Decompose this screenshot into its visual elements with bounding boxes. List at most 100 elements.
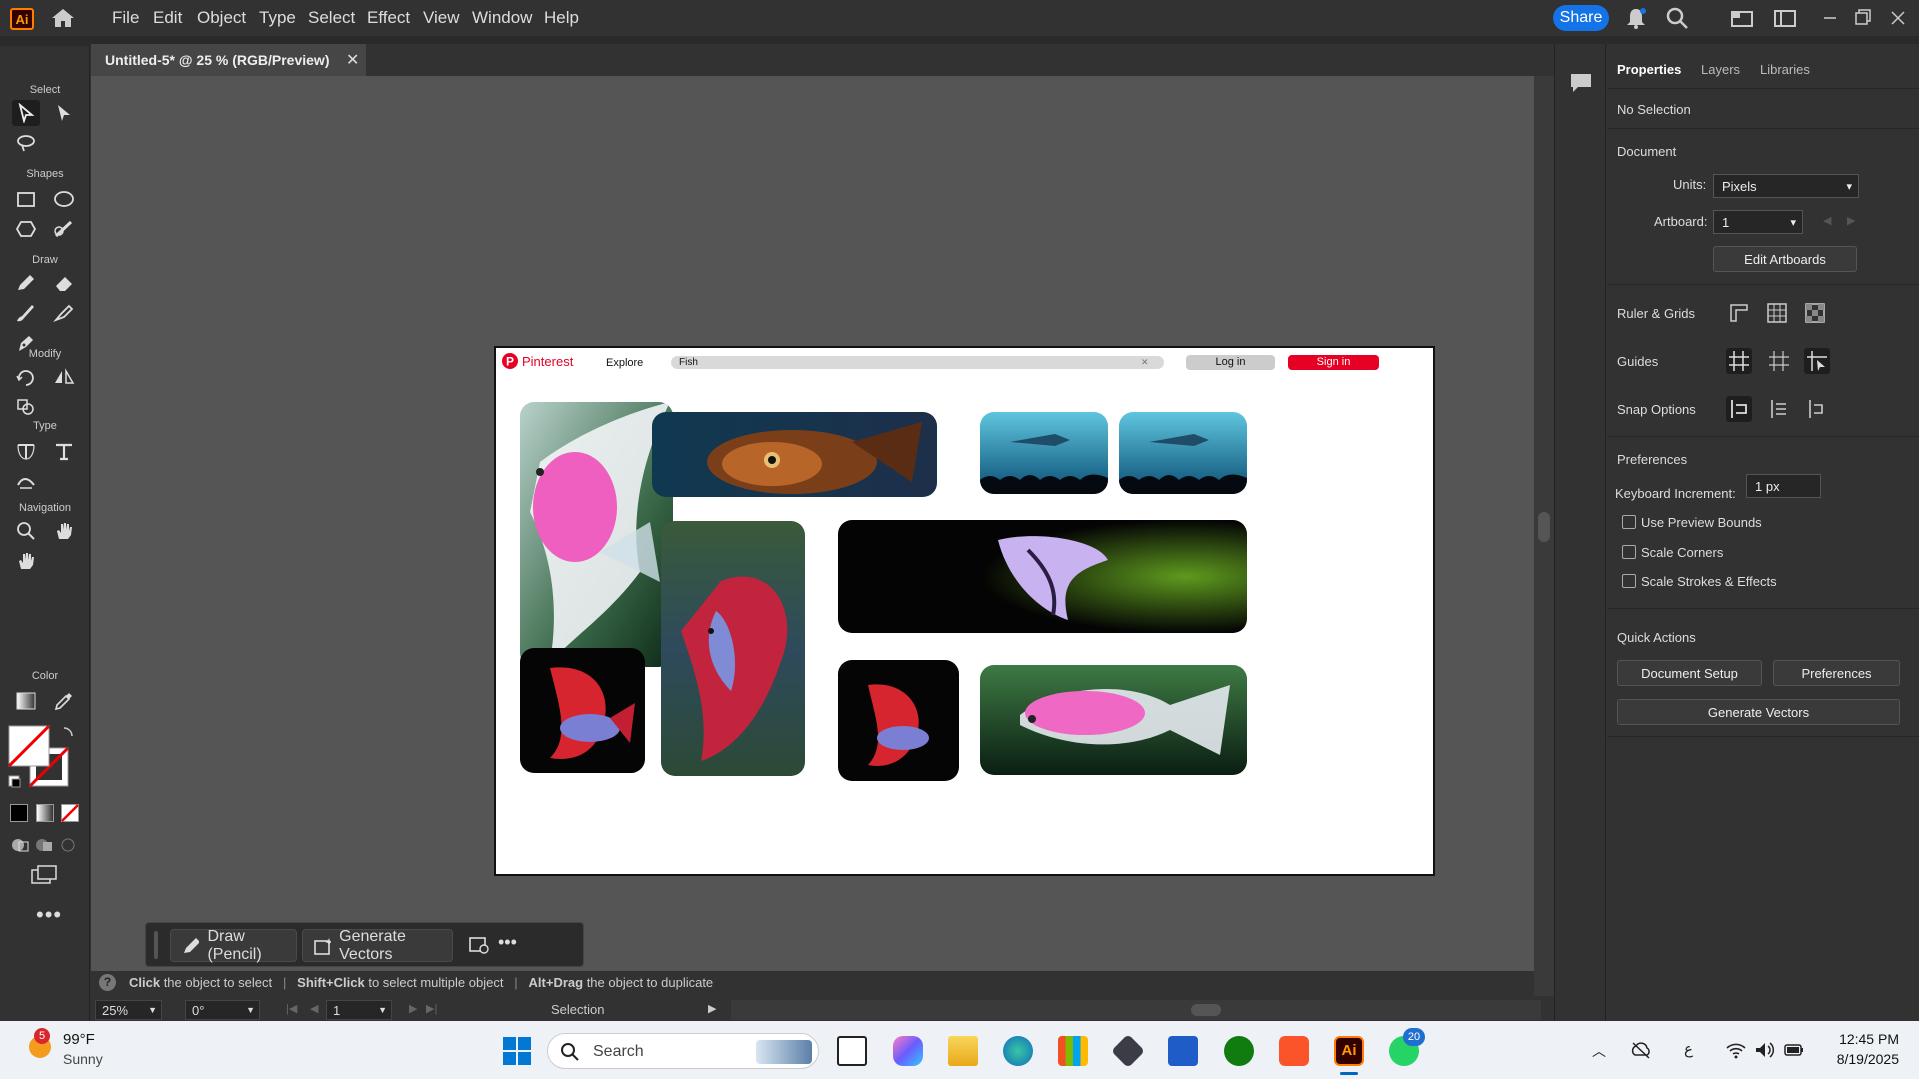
photo-angelfish-pink[interactable] <box>520 402 673 667</box>
hand-tool[interactable] <box>50 518 78 544</box>
arrange-documents-icon[interactable] <box>1730 7 1754 29</box>
polygon-tool[interactable] <box>12 216 40 242</box>
copilot-icon[interactable] <box>893 1036 923 1066</box>
photo-betta-black-2[interactable] <box>838 660 959 781</box>
wifi-icon[interactable] <box>1725 1040 1747 1060</box>
photo-aquarium-shark-2[interactable] <box>1119 412 1247 494</box>
touch-type-tool[interactable] <box>12 468 40 494</box>
next-artboard-icon[interactable]: ▶ <box>1847 214 1855 227</box>
snap-to-glyph-icon[interactable] <box>1804 396 1830 422</box>
eyedropper-tool[interactable] <box>50 688 78 714</box>
gradient-swatch[interactable] <box>36 804 54 822</box>
color-swatch[interactable] <box>10 804 28 822</box>
vertical-scrollbar[interactable] <box>1534 76 1554 996</box>
taskbar-time[interactable]: 12:45 PM <box>1837 1031 1899 1047</box>
menu-select[interactable]: Select <box>308 8 355 28</box>
menu-edit[interactable]: Edit <box>153 8 182 28</box>
menu-window[interactable]: Window <box>472 8 532 28</box>
artboard[interactable]: P Pinterest Explore Fish ✕ Log in Sign i… <box>494 346 1435 876</box>
menu-type[interactable]: Type <box>259 8 296 28</box>
snap-to-point-icon[interactable] <box>1726 396 1752 422</box>
eraser-tool[interactable] <box>50 270 78 296</box>
photo-goldfish-brown[interactable] <box>652 412 937 497</box>
photo-fish-dark-green[interactable] <box>838 520 1247 633</box>
vertical-scroll-thumb[interactable] <box>1538 512 1550 542</box>
snap-to-pixel-icon[interactable] <box>1766 396 1792 422</box>
photo-pink-tetra[interactable] <box>980 665 1247 775</box>
status-menu-arrow-icon[interactable]: ▶ <box>708 1002 716 1015</box>
transparency-grid-icon[interactable] <box>1804 302 1826 324</box>
lasso-tool[interactable] <box>12 130 40 156</box>
last-artboard-icon[interactable]: ▶| <box>426 1002 437 1015</box>
workspace-switcher-icon[interactable] <box>1773 7 1797 29</box>
rotate-view-tool[interactable] <box>12 548 40 574</box>
photo-betta-red-blue[interactable] <box>661 521 805 776</box>
draw-inside-mode[interactable] <box>54 832 82 858</box>
ruler-icon[interactable] <box>1728 302 1750 324</box>
shaper-tool[interactable] <box>50 216 78 242</box>
scale-strokes-checkbox[interactable] <box>1622 574 1636 588</box>
home-icon[interactable] <box>50 7 76 29</box>
close-tab-icon[interactable]: ✕ <box>346 50 359 70</box>
comments-icon[interactable] <box>1569 72 1593 94</box>
keyboard-increment-field[interactable]: 1 px <box>1746 474 1821 498</box>
clear-search-icon[interactable]: ✕ <box>1141 356 1149 369</box>
selection-tool[interactable] <box>12 100 40 126</box>
file-explorer-icon[interactable] <box>948 1036 978 1066</box>
signin-button[interactable]: Sign in <box>1288 355 1379 370</box>
brave-browser-icon[interactable] <box>1279 1036 1309 1066</box>
tab-libraries[interactable]: Libraries <box>1760 62 1810 77</box>
windows-start-icon[interactable] <box>502 1036 532 1066</box>
explore-link[interactable]: Explore <box>606 357 643 369</box>
first-artboard-icon[interactable]: |◀ <box>286 1002 297 1015</box>
rectangle-tool[interactable] <box>12 186 40 212</box>
more-tools-icon[interactable]: ••• <box>36 902 62 928</box>
task-view-icon[interactable] <box>837 1036 867 1066</box>
use-preview-bounds-checkbox[interactable] <box>1622 515 1636 529</box>
minimize-icon[interactable] <box>1818 7 1842 29</box>
type-tool[interactable] <box>50 438 78 464</box>
units-dropdown[interactable]: Pixels ▾ <box>1713 174 1859 198</box>
microsoft-store-icon[interactable] <box>1058 1036 1088 1066</box>
taskbar-search-box[interactable]: Search <box>547 1033 819 1069</box>
tab-properties[interactable]: Properties <box>1617 62 1681 77</box>
document-tab[interactable]: Untitled-5* @ 25 % (RGB/Preview) ✕ <box>91 44 366 76</box>
taskbar-date[interactable]: 8/19/2025 <box>1827 1051 1899 1067</box>
panel-generate-vectors-button[interactable]: Generate Vectors <box>1617 699 1900 725</box>
next-artboard-icon[interactable]: ▶ <box>409 1002 417 1015</box>
rotate-tool[interactable] <box>12 364 40 390</box>
close-window-icon[interactable] <box>1886 7 1910 29</box>
pinterest-search-bar[interactable]: Fish ✕ <box>671 356 1164 369</box>
document-setup-button[interactable]: Document Setup <box>1617 660 1762 686</box>
menu-object[interactable]: Object <box>197 8 246 28</box>
none-swatch[interactable] <box>61 804 79 822</box>
cloud-sync-icon[interactable] <box>1630 1040 1652 1060</box>
type-on-path-tool[interactable] <box>12 438 40 464</box>
xbox-icon[interactable] <box>1224 1036 1254 1066</box>
restore-icon[interactable] <box>1851 7 1875 29</box>
reflect-tool[interactable] <box>50 364 78 390</box>
menu-file[interactable]: File <box>112 8 139 28</box>
grid-icon[interactable] <box>1766 302 1788 324</box>
horizontal-scroll-thumb[interactable] <box>1191 1004 1221 1016</box>
smart-guides-icon[interactable] <box>1804 348 1830 374</box>
show-hidden-icons-icon[interactable]: ︿ <box>1592 1041 1606 1061</box>
more-options-icon[interactable]: ••• <box>498 932 517 953</box>
ellipse-tool[interactable] <box>50 186 78 212</box>
lock-guides-icon[interactable] <box>1766 348 1792 374</box>
menu-view[interactable]: View <box>423 8 460 28</box>
login-button[interactable]: Log in <box>1186 355 1275 370</box>
zoom-level-field[interactable]: 25% ▼ <box>95 1000 162 1020</box>
fill-stroke-swatches[interactable] <box>8 724 74 794</box>
photo-betta-black-1[interactable] <box>520 648 645 773</box>
previous-artboard-icon[interactable]: ◀ <box>310 1002 318 1015</box>
menu-help[interactable]: Help <box>544 8 579 28</box>
artboard-navigator-field[interactable]: 1 ▼ <box>326 1000 392 1020</box>
language-indicator[interactable]: ع <box>1684 1040 1693 1058</box>
bell-icon[interactable] <box>1624 7 1648 29</box>
tab-layers[interactable]: Layers <box>1701 62 1740 77</box>
battery-icon[interactable] <box>1783 1040 1805 1060</box>
draw-pencil-button[interactable]: Draw (Pencil) <box>170 928 297 963</box>
paintbrush-tool[interactable] <box>12 300 40 326</box>
help-icon[interactable]: ? <box>99 974 116 991</box>
